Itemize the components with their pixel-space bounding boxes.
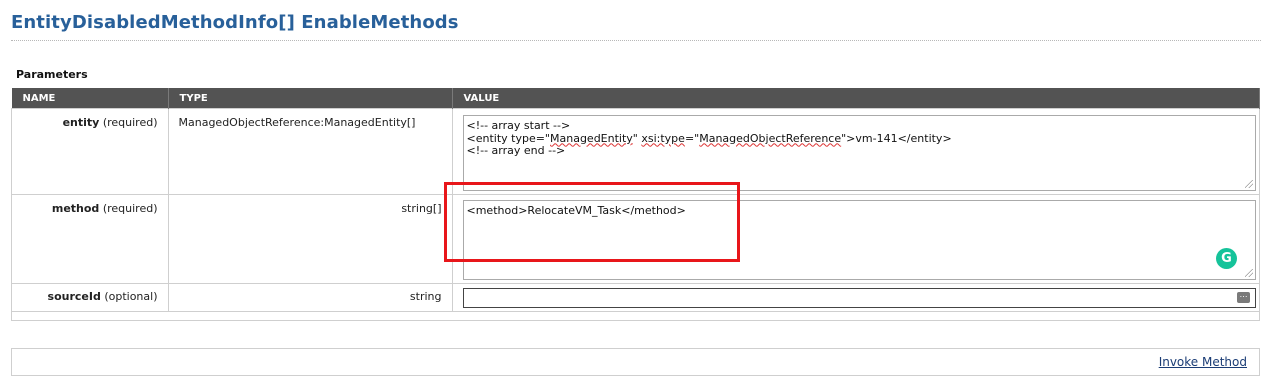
invoke-bar: Invoke Method xyxy=(11,348,1260,376)
keyboard-icon[interactable]: ⋯ xyxy=(1237,292,1250,303)
param-name-cell: method (required) xyxy=(11,194,169,284)
param-name: sourceId xyxy=(47,290,101,303)
table-row: entity (required) ManagedObjectReference… xyxy=(11,108,1260,195)
param-value-cell: ⋯ xyxy=(451,283,1260,312)
param-qualifier: (required) xyxy=(102,116,158,129)
column-header-value: VALUE xyxy=(452,88,1260,109)
param-type: string xyxy=(409,290,442,303)
table-row: method (required) string[] <method>Reloc… xyxy=(11,194,1260,284)
method-value-textarea[interactable]: <method>RelocateVM_Task</method> G xyxy=(462,200,1256,280)
param-name: method xyxy=(51,202,100,215)
source-id-input[interactable]: ⋯ xyxy=(462,288,1256,308)
table-header-row: NAME TYPE VALUE xyxy=(11,88,1260,109)
param-type: ManagedObjectReference:ManagedEntity[] xyxy=(178,116,416,129)
param-type-cell: string[] xyxy=(167,194,453,284)
column-header-name: NAME xyxy=(11,88,169,109)
param-qualifier: (optional) xyxy=(104,290,158,303)
resize-handle-icon[interactable] xyxy=(1245,180,1253,188)
value-text: <method>RelocateVM_Task</method> xyxy=(466,204,686,217)
value-text: <entity type=" xyxy=(466,131,551,145)
spellcheck-word: ManagedEntity xyxy=(550,131,633,145)
invoke-method-link[interactable]: Invoke Method xyxy=(1159,355,1247,369)
param-value-cell: <method>RelocateVM_Task</method> G xyxy=(451,194,1260,284)
param-name-cell: sourceId (optional) xyxy=(11,283,169,312)
parameters-heading: Parameters xyxy=(16,68,88,81)
page-title: EntityDisabledMethodInfo[] EnableMethods xyxy=(11,12,459,33)
spellcheck-word: xsi:type xyxy=(641,131,685,145)
grammarly-icon[interactable]: G xyxy=(1216,248,1237,269)
title-divider xyxy=(11,40,1261,41)
value-line: <!-- array start --> xyxy=(466,119,571,132)
value-text: =" xyxy=(684,131,700,145)
table-row: sourceId (optional) string ⋯ xyxy=(11,283,1260,312)
param-name-cell: entity (required) xyxy=(11,108,169,195)
param-type: string[] xyxy=(401,202,442,215)
column-header-type: TYPE xyxy=(168,88,453,109)
table-footer-row xyxy=(11,311,1260,321)
value-text: ">vm-141</entity> xyxy=(841,131,952,145)
param-type-cell: ManagedObjectReference:ManagedEntity[] xyxy=(167,108,453,195)
param-name: entity xyxy=(62,116,100,129)
entity-value-textarea[interactable]: <!-- array start --> <entity type="Manag… xyxy=(462,115,1256,191)
param-qualifier: (required) xyxy=(102,202,158,215)
resize-handle-icon[interactable] xyxy=(1245,269,1253,277)
param-value-cell: <!-- array start --> <entity type="Manag… xyxy=(451,108,1260,195)
parameters-table: NAME TYPE VALUE entity (required) Manage… xyxy=(11,88,1260,321)
spellcheck-word: ManagedObjectReference xyxy=(699,131,842,145)
param-type-cell: string xyxy=(167,283,453,312)
table-footer-cell xyxy=(11,311,1260,321)
value-line: <!-- array end --> xyxy=(466,144,566,157)
